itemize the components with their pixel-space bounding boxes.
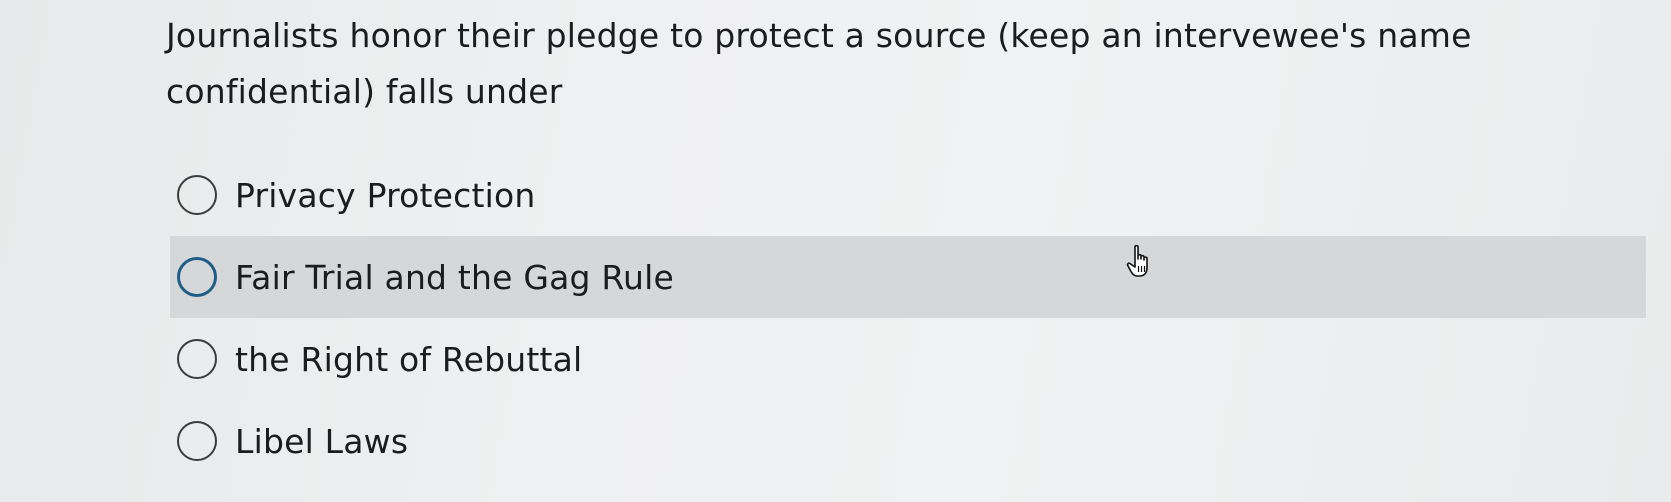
option-right-of-rebuttal[interactable]: the Right of Rebuttal bbox=[170, 318, 1646, 400]
option-fair-trial-gag-rule[interactable]: Fair Trial and the Gag Rule bbox=[170, 236, 1646, 318]
option-label: Libel Laws bbox=[235, 421, 409, 461]
option-privacy-protection[interactable]: Privacy Protection bbox=[170, 154, 1646, 236]
answer-options: Privacy Protection Fair Trial and the Ga… bbox=[170, 154, 1646, 482]
radio-button[interactable] bbox=[177, 257, 217, 297]
option-label: Fair Trial and the Gag Rule bbox=[235, 257, 675, 297]
option-libel-laws[interactable]: Libel Laws bbox=[170, 400, 1646, 482]
option-label: the Right of Rebuttal bbox=[235, 339, 583, 379]
radio-button[interactable] bbox=[177, 339, 217, 379]
option-label: Privacy Protection bbox=[235, 175, 536, 215]
question-text: Journalists honor their pledge to protec… bbox=[166, 16, 1472, 111]
radio-button[interactable] bbox=[177, 175, 217, 215]
radio-button[interactable] bbox=[177, 421, 217, 461]
hand-pointer-icon bbox=[1126, 244, 1148, 277]
